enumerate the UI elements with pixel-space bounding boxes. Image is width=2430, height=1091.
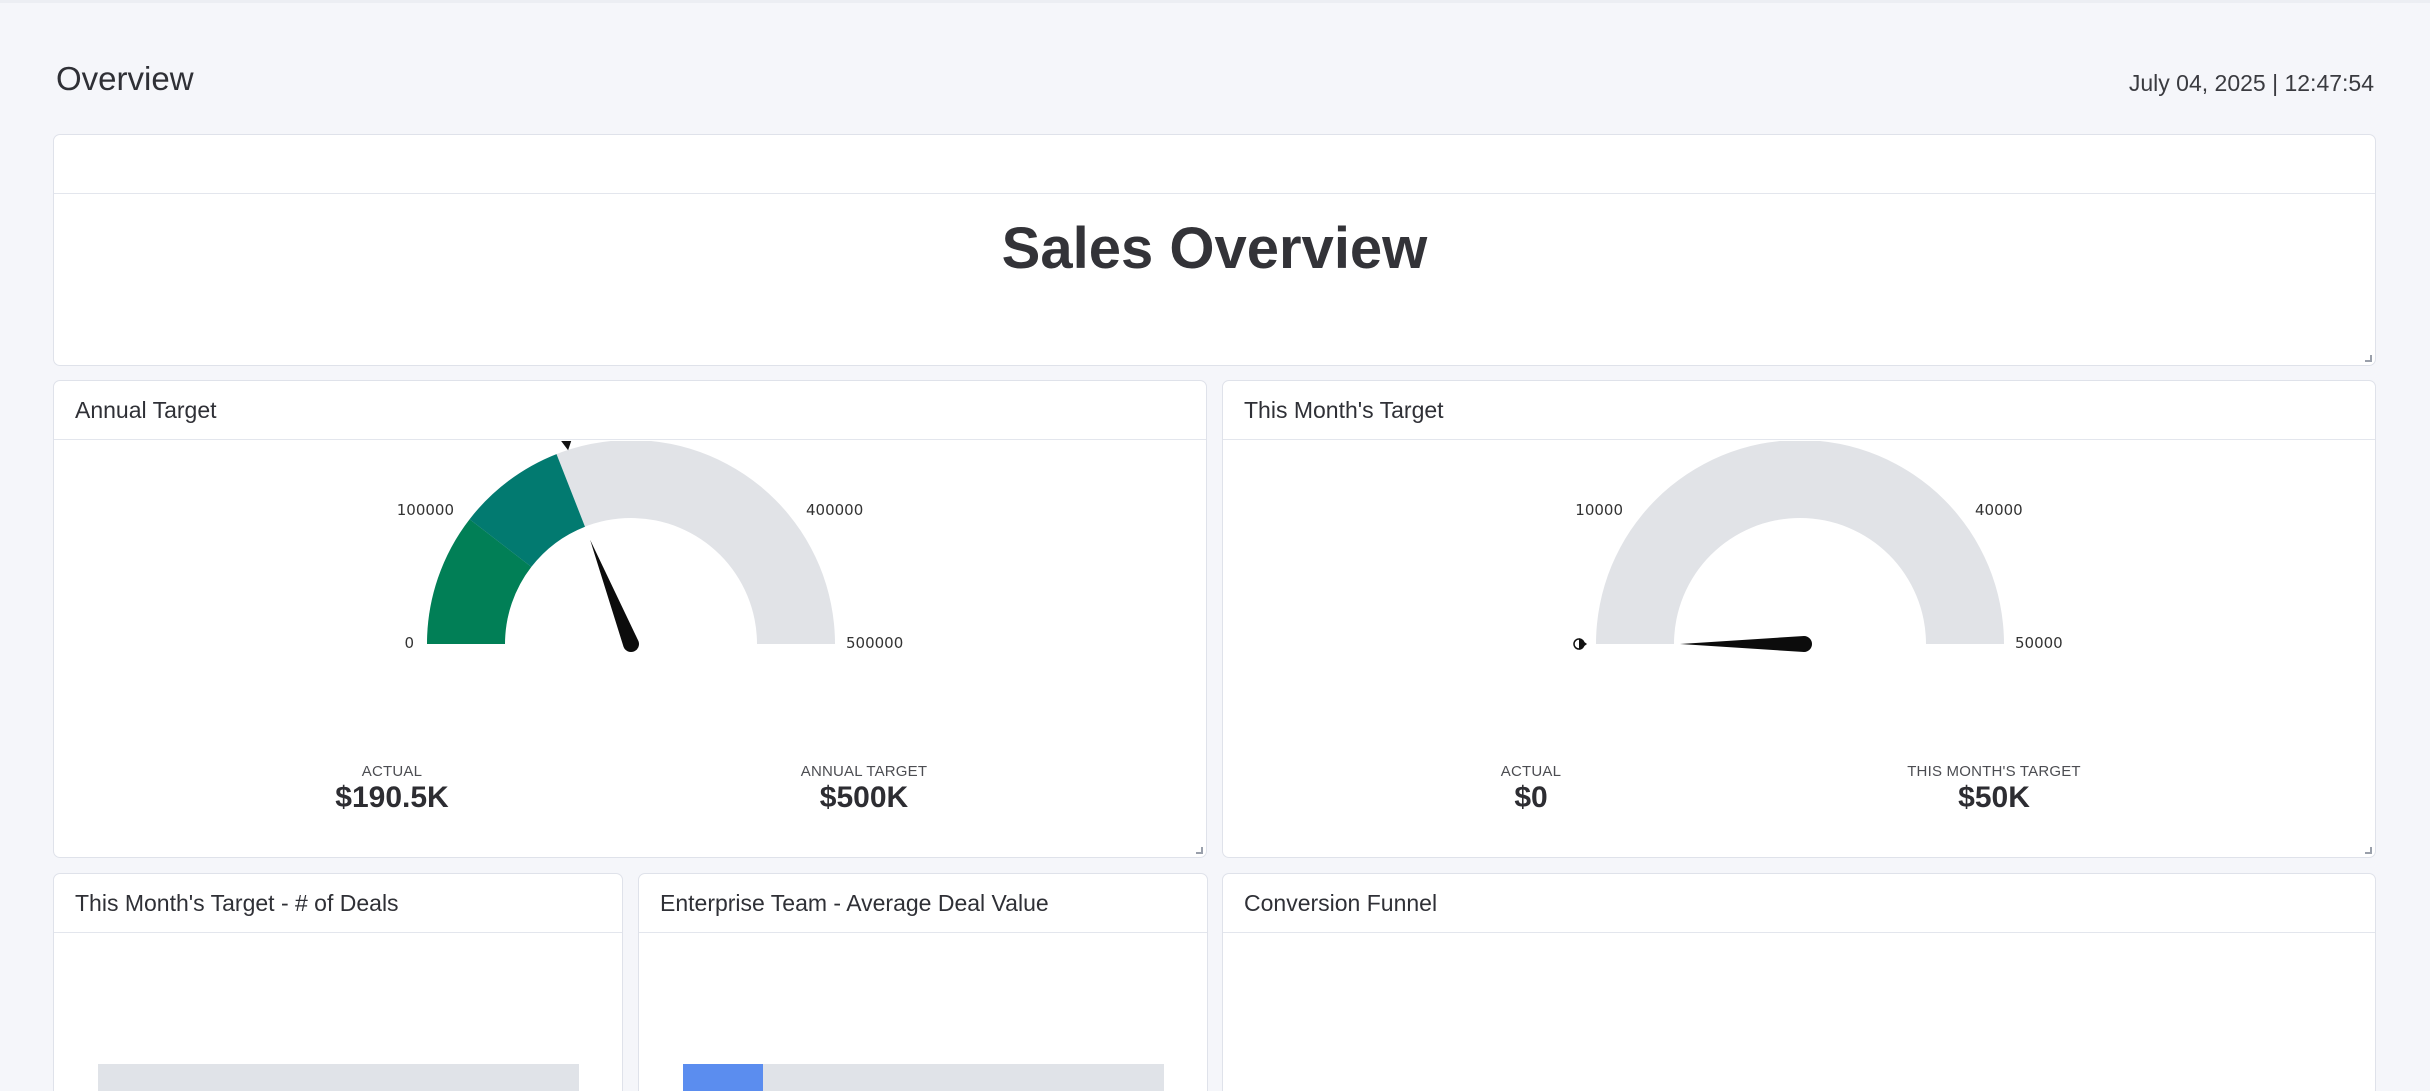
tick-label: 40000: [1975, 501, 2023, 519]
tick-label: 10000: [1575, 501, 1623, 519]
gauge-track: [1596, 441, 2004, 644]
target-value: $500K: [819, 781, 909, 814]
gauge-needle: [590, 539, 640, 653]
target-stat: ANNUAL TARGET $500K: [714, 763, 1014, 815]
tick-label: 100000: [397, 501, 454, 519]
actual-label: ACTUAL: [1500, 763, 1562, 780]
month-target-panel: This Month's Target 10000 20000 30000 40…: [1222, 380, 2376, 858]
top-edge: [0, 0, 2430, 3]
target-value: $50K: [1958, 781, 2030, 814]
tick-label: 0: [404, 634, 414, 652]
actual-value: $190.5K: [335, 781, 449, 814]
tick-label: 50000: [2015, 634, 2063, 652]
actual-stat: ACTUAL $190.5K: [242, 763, 542, 815]
resize-handle[interactable]: [2365, 355, 2372, 362]
target-stat: THIS MONTH'S TARGET $50K: [1844, 763, 2144, 815]
enterprise-progress-bar: [683, 1064, 1164, 1091]
gauge-marker-icon: [561, 441, 572, 451]
actual-stat: ACTUAL $0: [1381, 763, 1681, 815]
deals-panel: This Month's Target - # of Deals: [53, 873, 623, 1091]
enterprise-panel: Enterprise Team - Average Deal Value: [638, 873, 1208, 1091]
gauge-zero-arrow-icon: [1579, 638, 1587, 650]
resize-handle[interactable]: [2365, 847, 2372, 854]
tick-label: 400000: [806, 501, 863, 519]
panel-title: Conversion Funnel: [1223, 874, 2375, 933]
panel-title: Annual Target: [54, 381, 1206, 440]
deals-progress-bar: [98, 1064, 579, 1091]
banner-panel: Sales Overview: [53, 134, 2376, 366]
page-title: Overview: [56, 60, 194, 97]
panel-title: This Month's Target: [1223, 381, 2375, 440]
actual-label: ACTUAL: [361, 763, 423, 780]
datetime-display: July 04, 2025 | 12:47:54: [2128, 70, 2374, 96]
panel-title: This Month's Target - # of Deals: [54, 874, 622, 933]
resize-handle[interactable]: [1196, 847, 1203, 854]
target-label: ANNUAL TARGET: [800, 763, 928, 780]
enterprise-progress-fill: [683, 1064, 764, 1091]
annual-target-panel: Annual Target 0 100000 200000 300000 400…: [53, 380, 1207, 858]
tick-label: 500000: [846, 634, 903, 652]
month-target-gauge: 10000 20000 30000 40000 50000: [1573, 441, 2063, 652]
panel-title: Enterprise Team - Average Deal Value: [639, 874, 1207, 933]
target-label: THIS MONTH'S TARGET: [1907, 763, 2081, 780]
banner-title: Sales Overview: [1001, 216, 1428, 281]
banner-panel-header: [54, 135, 2375, 194]
funnel-panel: Conversion Funnel: [1222, 873, 2376, 1091]
gauge-needle: [1680, 636, 1812, 652]
annual-target-gauge: 0 100000 200000 300000 400000 500000: [397, 441, 903, 653]
actual-value: $0: [1514, 781, 1548, 814]
